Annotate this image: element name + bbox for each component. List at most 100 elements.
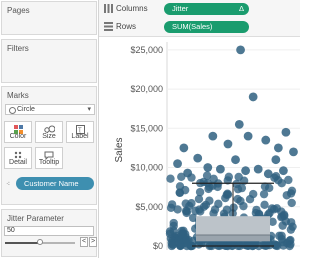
outlier-mark[interactable] [208, 131, 218, 141]
customer-name-pill[interactable]: Customer Name [16, 177, 94, 190]
tooltip-label: Tooltip [38, 159, 60, 166]
scatter-plot: Sales $0 $5,000 $10,000 $15,000 $20,000 $25,0… [114, 42, 300, 251]
outlier-mark[interactable] [183, 168, 193, 178]
customer-mark [229, 203, 238, 212]
customer-mark [167, 200, 177, 209]
y-tick-label: $10,000 [130, 163, 163, 173]
y-tick-label: $15,000 [130, 123, 163, 133]
y-tick-label: $20,000 [130, 84, 163, 94]
customer-mark [267, 204, 277, 213]
outlier-mark[interactable] [271, 155, 281, 165]
customer-mark [275, 231, 284, 241]
box-lower-half [196, 235, 270, 242]
outlier-mark[interactable] [223, 139, 233, 149]
outlier-mark[interactable] [279, 166, 288, 176]
customer-mark [196, 207, 205, 216]
rows-shelf[interactable]: Rows SUM(Sales) [99, 18, 300, 37]
text-icon: T [67, 124, 93, 134]
y-tick-label: $5,000 [135, 202, 163, 212]
jitter-slider-fill [5, 242, 40, 244]
y-tick-label: $0 [153, 241, 163, 251]
customer-mark [223, 190, 233, 199]
customer-mark [167, 241, 176, 251]
customer-mark [182, 235, 191, 245]
jitter-columns-pill[interactable]: Jitter Δ [164, 3, 249, 15]
outlier-mark[interactable] [234, 119, 244, 129]
outlier-mark[interactable] [173, 159, 182, 169]
tooltip-icon [36, 151, 62, 160]
outlier-mark[interactable] [281, 127, 291, 137]
outlier-mark[interactable] [273, 143, 283, 153]
outlier-mark[interactable] [231, 155, 240, 165]
customer-mark [194, 240, 204, 249]
marks-title: Marks [7, 91, 29, 100]
mark-type-label: Circle [17, 106, 35, 113]
customer-mark [214, 199, 223, 209]
customer-mark [177, 226, 186, 236]
outlier-mark[interactable] [248, 92, 258, 102]
detail-label: Detail [9, 159, 27, 166]
customer-mark [194, 194, 204, 204]
detail-field-icon: ⁖ [6, 181, 11, 188]
chevron-down-icon: ▾ [87, 106, 91, 113]
customer-mark [182, 208, 191, 218]
mark-type-dropdown[interactable]: Circle ▾ [5, 104, 95, 115]
customer-mark [224, 172, 234, 182]
outlier-mark[interactable] [216, 164, 225, 174]
customer-mark [236, 196, 245, 206]
jitter-prev-button[interactable]: < [80, 237, 88, 247]
color-button[interactable]: Color [4, 121, 32, 143]
customer-mark [277, 179, 286, 188]
outlier-mark[interactable] [263, 169, 273, 179]
color-label: Color [9, 133, 27, 140]
label-button[interactable]: T Label [66, 121, 94, 143]
size-button[interactable]: Size [35, 121, 63, 143]
jitter-next-button[interactable]: > [89, 237, 97, 247]
outlier-mark[interactable] [261, 135, 271, 145]
customer-mark [213, 182, 222, 192]
outlier-mark[interactable] [289, 147, 298, 157]
detail-button[interactable]: Detail [4, 147, 32, 169]
color-icon [5, 124, 31, 134]
columns-shelf[interactable]: Columns Jitter Δ [99, 0, 300, 19]
customer-mark [285, 241, 294, 251]
customer-mark [260, 200, 269, 210]
pages-title: Pages [7, 6, 30, 15]
sum-sales-rows-pill-label: SUM(Sales) [172, 22, 213, 31]
columns-label: Columns [116, 4, 148, 13]
y-tick-label: $25,000 [130, 45, 163, 55]
box-upper-half [196, 216, 270, 236]
customer-mark [277, 212, 286, 222]
customer-mark [259, 189, 269, 199]
calculated-field-badge: Δ [238, 4, 244, 13]
label-label: Label [71, 133, 89, 140]
customer-mark [180, 185, 190, 195]
pages-card[interactable]: Pages [1, 1, 97, 35]
outlier-mark[interactable] [203, 163, 213, 172]
customer-mark [205, 182, 214, 192]
chart-area[interactable]: Sales $0 $5,000 $10,000 $15,000 $20,000 $25,0… [100, 38, 300, 258]
outlier-mark[interactable] [253, 164, 263, 174]
tooltip-button[interactable]: Tooltip [35, 147, 63, 169]
filters-card[interactable]: Filters [1, 39, 97, 83]
rows-icon [104, 22, 113, 31]
jitter-value-input[interactable]: 50 [4, 226, 94, 236]
customer-mark [286, 218, 296, 227]
sum-sales-rows-pill[interactable]: SUM(Sales) [164, 21, 249, 33]
y-axis-label: Sales [114, 137, 125, 162]
outlier-mark[interactable] [243, 131, 253, 141]
outlier-mark[interactable] [236, 45, 245, 55]
customer-mark [166, 174, 175, 183]
customer-mark [202, 171, 212, 180]
customer-mark [245, 194, 255, 204]
left-sidebar: Pages Filters Marks Circle ▾ Color Size … [0, 0, 99, 258]
columns-icon [104, 4, 113, 13]
customer-mark [187, 199, 196, 208]
outlier-mark[interactable] [241, 166, 251, 176]
outlier-mark[interactable] [179, 143, 189, 153]
customer-mark [287, 186, 297, 196]
outlier-mark[interactable] [193, 153, 203, 163]
jitter-slider-thumb[interactable] [37, 239, 43, 245]
size-label: Size [42, 133, 56, 140]
customer-name-pill-label: Customer Name [24, 179, 79, 188]
